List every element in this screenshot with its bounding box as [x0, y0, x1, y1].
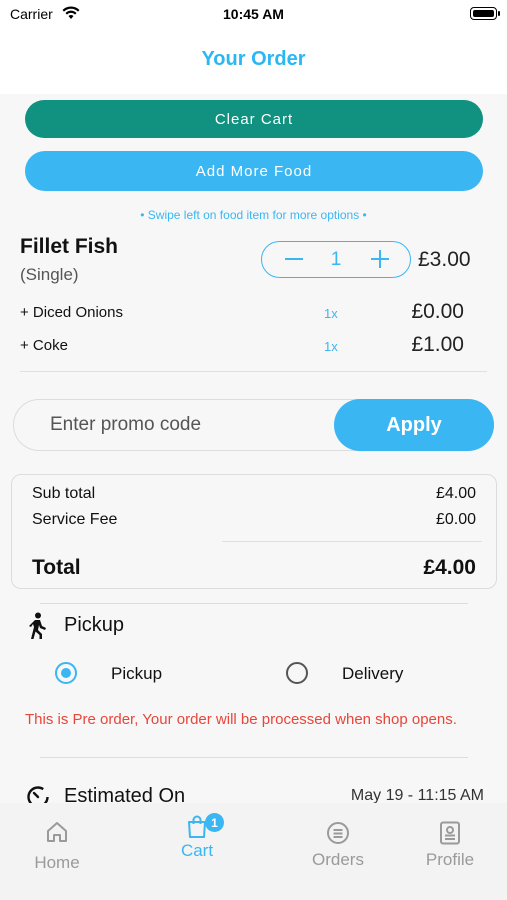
addon-qty: 1x [324, 306, 338, 321]
delivery-radio[interactable] [286, 662, 308, 684]
tab-bar: Home 1 Cart Orders Profile [0, 803, 507, 900]
item-variant: (Single) [20, 265, 79, 284]
summary-divider [222, 541, 482, 542]
tab-home-label: Home [34, 853, 80, 872]
profile-icon [440, 821, 460, 845]
divider [40, 603, 468, 604]
status-bar: Carrier 10:45 AM [0, 0, 507, 28]
total-row: Total £4.00 [32, 556, 482, 580]
fulfillment-title: Pickup [64, 614, 125, 636]
apply-promo-button[interactable]: Apply [334, 399, 494, 451]
addon-name: + Diced Onions [20, 304, 123, 321]
item-price: £3.00 [418, 248, 471, 271]
fulfillment-header: Pickup [26, 610, 326, 640]
battery-icon [470, 7, 500, 20]
increase-quantity-button[interactable] [358, 242, 402, 276]
tab-profile-label: Profile [425, 850, 475, 869]
subtotal-value: £4.00 [435, 485, 476, 502]
subtotal-row: Sub total £4.00 [32, 485, 482, 503]
total-value: £4.00 [423, 556, 476, 579]
tab-cart-label: Cart [180, 841, 214, 860]
add-more-food-button[interactable]: Add More Food [25, 151, 483, 191]
delivery-option-label: Delivery [342, 664, 404, 683]
orders-icon [327, 822, 349, 844]
quantity-stepper: 1 [261, 241, 411, 278]
promo-code-input[interactable] [50, 412, 330, 438]
addon-price: £0.00 [411, 300, 464, 323]
divider [40, 757, 468, 758]
promo-box: Apply [13, 399, 494, 451]
tab-cart[interactable]: 1 Cart [147, 803, 247, 883]
pickup-radio[interactable] [55, 662, 77, 684]
addon-name: + Coke [20, 337, 68, 354]
tab-orders[interactable]: Orders [288, 803, 388, 883]
service-fee-value: £0.00 [435, 511, 476, 528]
addon-row: + Diced Onions 1x £0.00 [20, 298, 490, 328]
addon-qty: 1x [324, 339, 338, 354]
status-time: 10:45 AM [223, 6, 284, 22]
pickup-option-label: Pickup [111, 664, 163, 683]
cart-badge: 1 [205, 813, 224, 832]
addon-price: £1.00 [411, 333, 464, 356]
tab-profile[interactable]: Profile [400, 803, 500, 883]
walking-person-icon [29, 612, 46, 639]
total-label: Total [32, 556, 81, 579]
preorder-notice: This is Pre order, Your order will be pr… [25, 711, 457, 728]
home-icon [47, 822, 67, 842]
order-summary: Sub total £4.00 Service Fee £0.00 Total … [11, 474, 497, 589]
page-title: Your Order [201, 48, 306, 70]
subtotal-label: Sub total [32, 485, 96, 502]
tab-home[interactable]: Home [7, 803, 107, 883]
clear-cart-button[interactable]: Clear Cart [25, 100, 483, 138]
swipe-hint: • Swipe left on food item for more optio… [140, 208, 367, 222]
tab-orders-label: Orders [312, 850, 364, 869]
service-fee-label: Service Fee [32, 511, 118, 528]
item-name: Fillet Fish [20, 235, 119, 258]
divider [20, 371, 487, 372]
nav-bar: Your Order [0, 28, 507, 94]
service-fee-row: Service Fee £0.00 [32, 511, 482, 529]
addon-row: + Coke 1x £1.00 [20, 331, 490, 361]
